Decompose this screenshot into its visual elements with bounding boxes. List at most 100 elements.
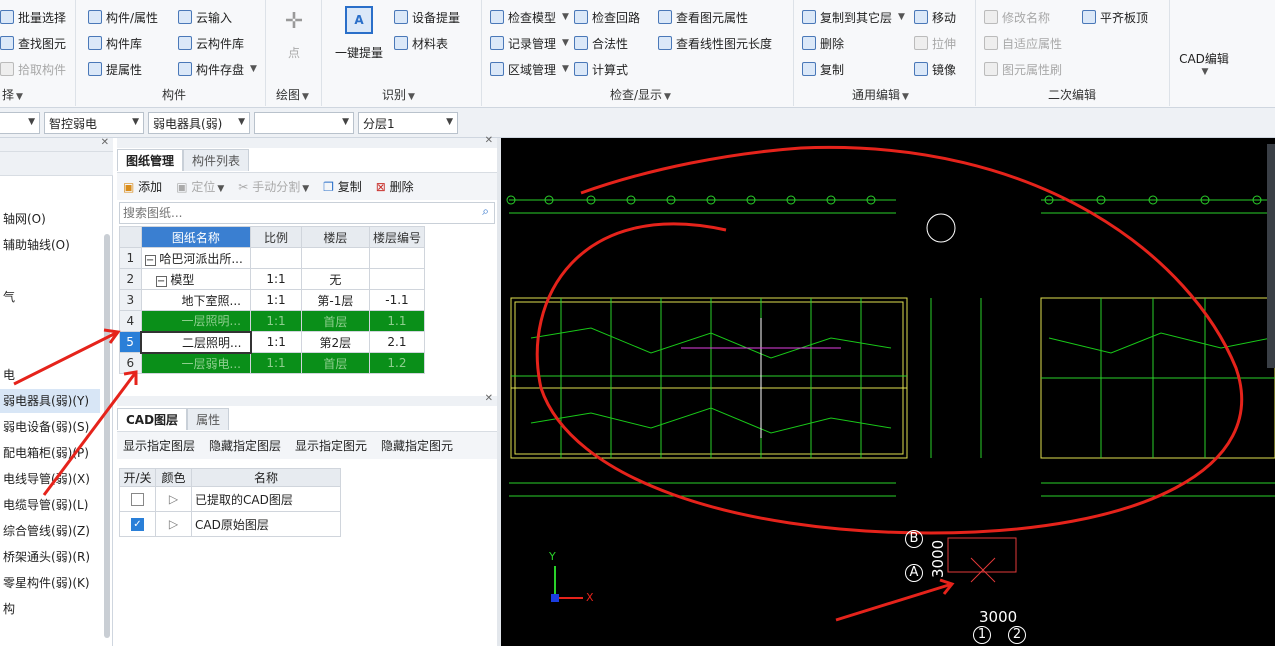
canvas-side-toolbar[interactable]: [1267, 144, 1275, 368]
tree-item-weak-combined-pipe[interactable]: 综合管线(弱)(Z): [0, 519, 100, 543]
edit-group-label[interactable]: 通用编辑 ▼: [852, 86, 909, 103]
tab-drawing-management[interactable]: 图纸管理: [117, 149, 184, 171]
table-row[interactable]: 5 二层照明... 1:1 第2层 2.1: [119, 330, 426, 354]
tree-item-gas[interactable]: 气: [0, 285, 100, 309]
extract-property-button[interactable]: 提属性: [88, 59, 142, 79]
collapse-icon[interactable]: −: [155, 275, 167, 287]
component-type-dropdown[interactable]: 弱电器具(弱) ▼: [148, 112, 250, 134]
tab-cad-layers[interactable]: CAD图层: [117, 408, 188, 430]
cloud-input-button[interactable]: 云输入: [178, 7, 232, 27]
tab-properties[interactable]: 属性: [187, 408, 230, 430]
device-extract-icon: [394, 10, 408, 24]
view-element-property-button[interactable]: 查看图元属性: [658, 7, 748, 27]
copy-drawing-label: 复制: [337, 180, 362, 194]
locate-button[interactable]: ▣ 定位 ▼: [176, 178, 224, 195]
adaptive-property-button[interactable]: 自适应属性: [984, 33, 1062, 53]
move-button[interactable]: 移动: [914, 7, 956, 27]
tree-item-structure[interactable]: 构: [0, 597, 100, 621]
delete-button[interactable]: 删除: [802, 33, 844, 53]
layer-toggle-checkbox[interactable]: [131, 493, 144, 506]
table-row[interactable]: 4 一层照明... 1:1 首层 1.1: [119, 310, 426, 332]
tab-component-list[interactable]: 构件列表: [183, 149, 250, 171]
expand-arrow-icon[interactable]: ▷: [169, 517, 178, 531]
one-click-extract-button[interactable]: A 一键提量: [334, 6, 384, 61]
filter-bar: ▼ 智控弱电 ▼ 弱电器具(弱) ▼ ▼ 分层1 ▼: [0, 108, 1275, 138]
tree-item-weak-misc[interactable]: 零星构件(弱)(K): [0, 571, 100, 595]
device-extract-button[interactable]: 设备提量: [394, 7, 460, 27]
tree-item-axis-grid[interactable]: 轴网(O): [0, 207, 100, 231]
cad-edit-button[interactable]: CAD编辑 ▼: [1176, 50, 1232, 77]
area-management-button[interactable]: 区域管理 ▼: [490, 59, 569, 79]
select-group-label[interactable]: 择 ▼: [2, 86, 23, 103]
copy-button[interactable]: 复制: [802, 59, 844, 79]
check-circuit-button[interactable]: 检查回路: [574, 7, 640, 27]
expand-arrow-icon[interactable]: ▷: [169, 492, 178, 506]
layer-row[interactable]: ▷ 已提取的CAD图层: [119, 486, 341, 512]
floor-cell: 首层: [300, 352, 370, 374]
close-icon[interactable]: ✕: [485, 135, 493, 146]
manual-split-button[interactable]: ✂ 手动分割 ▼: [238, 178, 309, 195]
component-dropdown[interactable]: ▼: [254, 112, 354, 134]
property-brush-button[interactable]: 图元属性刷: [984, 59, 1062, 79]
rename-button[interactable]: 修改名称: [984, 7, 1050, 27]
col-floor[interactable]: 楼层: [300, 226, 370, 248]
point-button[interactable]: ✛ 点: [278, 8, 310, 68]
system-dropdown[interactable]: 智控弱电 ▼: [44, 112, 144, 134]
drawing-search-input[interactable]: [120, 203, 460, 223]
table-row[interactable]: 1 − 哈巴河派出所...: [119, 247, 426, 269]
tree-item-electric[interactable]: 电: [0, 363, 100, 387]
record-management-button[interactable]: 记录管理 ▼: [490, 33, 569, 53]
table-row[interactable]: 6 一层弱电... 1:1 首层 1.2: [119, 352, 426, 374]
tree-item-aux-axis[interactable]: 辅助轴线(O): [0, 233, 100, 257]
batch-select-button[interactable]: 批量选择: [0, 7, 66, 27]
tree-item-weak-tray-fitting[interactable]: 桥架通头(弱)(R): [0, 545, 100, 569]
table-row[interactable]: 3 地下室照... 1:1 第-1层 -1.1: [119, 289, 426, 311]
identify-group-label[interactable]: 识别 ▼: [382, 86, 415, 103]
check-model-button[interactable]: 检查模型 ▼: [490, 7, 569, 27]
col-scale[interactable]: 比例: [250, 226, 302, 248]
check-group-label[interactable]: 检查/显示 ▼: [610, 86, 671, 103]
validity-button[interactable]: 合法性: [574, 33, 628, 53]
tree-item-weak-cabinet[interactable]: 配电箱柜(弱)(P): [0, 441, 100, 465]
layer-dropdown[interactable]: 分层1 ▼: [358, 112, 458, 134]
draw-group-label[interactable]: 绘图 ▼: [276, 86, 309, 103]
material-table-button[interactable]: 材料表: [394, 33, 448, 53]
tree-item-weak-cable-conduit[interactable]: 电缆导管(弱)(L): [0, 493, 100, 517]
find-element-button[interactable]: 查找图元: [0, 33, 66, 53]
formula-button[interactable]: 计算式: [574, 59, 628, 79]
tree-item-weak-fixture[interactable]: 弱电器具(弱)(Y): [0, 389, 100, 413]
col-floor-code[interactable]: 楼层编号: [368, 226, 426, 248]
left-panel-scrollbar[interactable]: [104, 234, 110, 638]
layer-toggle-checkbox[interactable]: ✓: [131, 518, 144, 531]
drawing-search[interactable]: ⌕: [119, 202, 495, 224]
hide-layer-button[interactable]: 隐藏指定图层: [209, 437, 281, 454]
cad-canvas[interactable]: Y X B A 3000 3000 1 2: [501, 138, 1275, 646]
add-drawing-button[interactable]: ▣ 添加: [123, 178, 162, 195]
move-label: 移动: [932, 10, 957, 25]
show-layer-button[interactable]: 显示指定图层: [123, 437, 195, 454]
tree-item-weak-device[interactable]: 弱电设备(弱)(S): [0, 415, 100, 439]
close-icon[interactable]: ✕: [101, 137, 109, 148]
collapse-icon[interactable]: −: [144, 254, 156, 266]
show-element-button[interactable]: 显示指定图元: [295, 437, 367, 454]
search-icon[interactable]: ⌕: [482, 204, 489, 219]
copy-to-other-floor-button[interactable]: 复制到其它层 ▼: [802, 7, 905, 27]
component-property-button[interactable]: 构件/属性: [88, 7, 158, 27]
col-drawing-name[interactable]: 图纸名称: [140, 226, 252, 248]
stretch-button[interactable]: 拉伸: [914, 33, 956, 53]
layer-row[interactable]: ✓ ▷ CAD原始图层: [119, 511, 341, 537]
hide-element-button[interactable]: 隐藏指定图元: [381, 437, 453, 454]
copy-drawing-button[interactable]: ❐ 复制: [323, 178, 362, 195]
component-save-button[interactable]: 构件存盘 ▼: [178, 59, 257, 79]
cloud-library-button[interactable]: 云构件库: [178, 33, 244, 53]
align-slab-top-button[interactable]: 平齐板顶: [1082, 7, 1148, 27]
delete-drawing-button[interactable]: ⊠ 删除: [376, 178, 414, 195]
component-library-button[interactable]: 构件库: [88, 33, 142, 53]
view-linear-length-button[interactable]: 查看线性图元长度: [658, 33, 772, 53]
tree-item-weak-wire-conduit[interactable]: 电线导管(弱)(X): [0, 467, 100, 491]
category-dropdown[interactable]: ▼: [0, 112, 40, 134]
pick-component-button[interactable]: 拾取构件: [0, 59, 66, 79]
close-icon[interactable]: ✕: [485, 393, 493, 404]
table-row[interactable]: 2 − 模型 1:1 无: [119, 268, 426, 290]
mirror-button[interactable]: 镜像: [914, 59, 956, 79]
